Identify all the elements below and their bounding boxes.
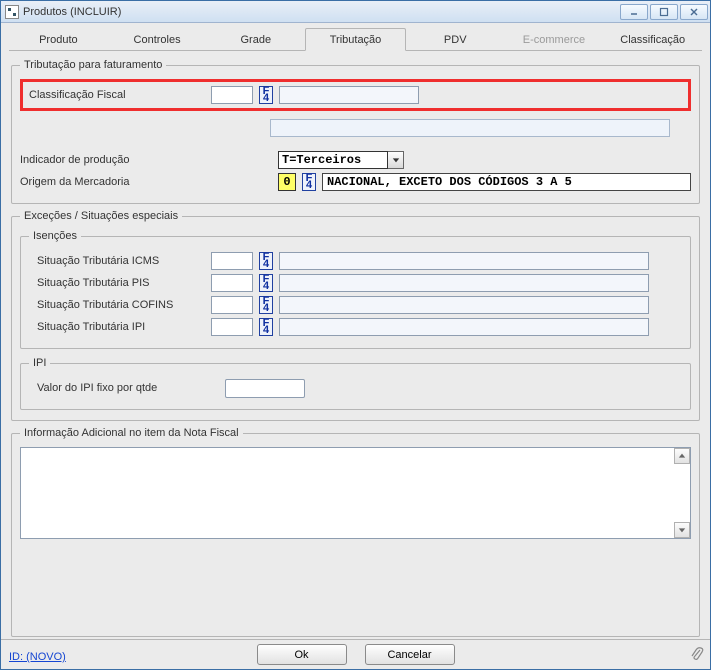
lookup-cofins-button[interactable]: F4 (259, 296, 273, 314)
legend-trib-fatur: Tributação para faturamento (20, 59, 166, 71)
label-pis: Situação Tributária PIS (29, 277, 205, 289)
lookup-ipi-button[interactable]: F4 (259, 318, 273, 336)
tab-classificacao[interactable]: Classificação (603, 29, 702, 50)
close-button[interactable] (680, 4, 708, 20)
tab-tributacao[interactable]: Tributação (305, 28, 406, 51)
app-icon (5, 5, 19, 19)
input-ipi-desc (279, 318, 649, 336)
label-origem-mercadoria: Origem da Mercadoria (20, 176, 210, 188)
legend-isencoes: Isenções (29, 230, 81, 242)
tab-grade[interactable]: Grade (206, 29, 305, 50)
lookup-classif-fiscal-button[interactable]: F4 (259, 86, 273, 104)
input-origem-code[interactable] (278, 173, 296, 191)
group-info-adicional: Informação Adicional no item da Nota Fis… (11, 427, 700, 637)
label-valor-ipi: Valor do IPI fixo por qtde (29, 382, 219, 394)
tab-produto[interactable]: Produto (9, 29, 108, 50)
paperclip-icon[interactable] (690, 646, 704, 665)
window-title: Produtos (INCLUIR) (23, 6, 121, 18)
minimize-button[interactable] (620, 4, 648, 20)
group-isencoes: Isenções Situação Tributária ICMS F4 Sit… (20, 230, 691, 349)
readonly-classif-extra (270, 119, 670, 137)
label-ipi: Situação Tributária IPI (29, 321, 205, 333)
scroll-up-icon[interactable] (674, 448, 690, 464)
window-produtos: Produtos (INCLUIR) Produto Controles Gra… (0, 0, 711, 670)
tab-bar: Produto Controles Grade Tributação PDV E… (9, 27, 702, 51)
lookup-icms-button[interactable]: F4 (259, 252, 273, 270)
lookup-origem-button[interactable]: F4 (302, 173, 316, 191)
lookup-pis-button[interactable]: F4 (259, 274, 273, 292)
legend-excecoes: Exceções / Situações especiais (20, 210, 182, 222)
input-icms-desc (279, 252, 649, 270)
scrollbar[interactable] (674, 448, 690, 538)
group-tributacao-faturamento: Tributação para faturamento Classificaçã… (11, 59, 700, 204)
label-icms: Situação Tributária ICMS (29, 255, 205, 267)
cancel-button[interactable]: Cancelar (365, 644, 455, 665)
input-valor-ipi[interactable] (225, 379, 305, 398)
input-classif-fiscal-desc[interactable] (279, 86, 419, 104)
combo-indicador-producao-value[interactable] (278, 151, 388, 169)
maximize-button[interactable] (650, 4, 678, 20)
input-cofins-desc (279, 296, 649, 314)
highlight-classificacao-fiscal: Classificação Fiscal F4 (20, 79, 691, 111)
titlebar: Produtos (INCLUIR) (1, 1, 710, 23)
tab-ecommerce: E-commerce (505, 29, 604, 50)
ok-button[interactable]: Ok (257, 644, 347, 665)
scroll-down-icon[interactable] (674, 522, 690, 538)
input-ipi-code[interactable] (211, 318, 253, 336)
input-origem-desc (322, 173, 691, 191)
input-pis-desc (279, 274, 649, 292)
input-pis-code[interactable] (211, 274, 253, 292)
label-classif-fiscal: Classificação Fiscal (29, 89, 205, 101)
input-classif-fiscal-code[interactable] (211, 86, 253, 104)
combo-indicador-producao[interactable] (278, 151, 404, 169)
footer: ID: (NOVO) Ok Cancelar (1, 639, 710, 669)
input-cofins-code[interactable] (211, 296, 253, 314)
group-excecoes: Exceções / Situações especiais Isenções … (11, 210, 700, 421)
id-link[interactable]: ID: (NOVO) (9, 651, 66, 663)
legend-ipi: IPI (29, 357, 50, 369)
input-icms-code[interactable] (211, 252, 253, 270)
tab-controles[interactable]: Controles (108, 29, 207, 50)
tab-pdv[interactable]: PDV (406, 29, 505, 50)
group-ipi: IPI Valor do IPI fixo por qtde (20, 357, 691, 410)
legend-info-adicional: Informação Adicional no item da Nota Fis… (20, 427, 243, 439)
chevron-down-icon[interactable] (388, 151, 404, 169)
label-cofins: Situação Tributária COFINS (29, 299, 205, 311)
label-indicador-producao: Indicador de produção (20, 154, 210, 166)
textarea-info-adicional[interactable] (20, 447, 691, 539)
